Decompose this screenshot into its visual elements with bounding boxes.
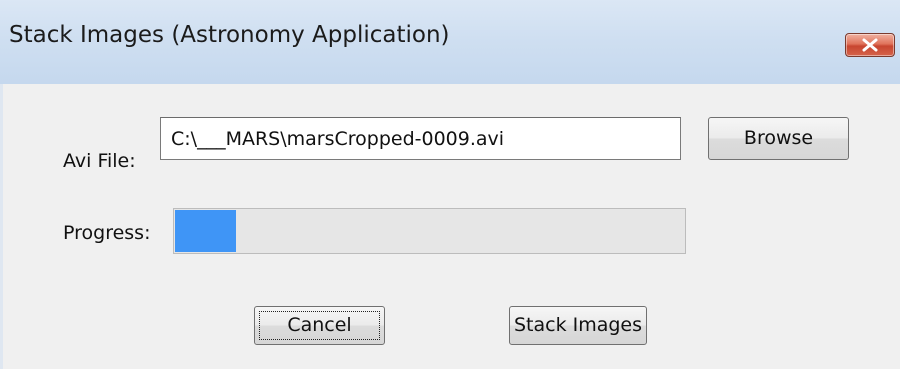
stack-images-window: Stack Images (Astronomy Application) Avi… <box>0 0 900 369</box>
progress-label: Progress: <box>63 222 151 244</box>
window-title: Stack Images (Astronomy Application) <box>9 22 450 48</box>
focus-ring <box>259 311 380 340</box>
progress-bar <box>173 208 686 254</box>
window-frame <box>0 84 3 369</box>
browse-button[interactable]: Browse <box>708 117 849 160</box>
avi-file-label: Avi File: <box>63 150 136 172</box>
progress-bar-fill <box>175 210 236 252</box>
avi-file-input[interactable] <box>160 117 681 160</box>
close-icon <box>862 38 878 52</box>
stack-images-button[interactable]: Stack Images <box>509 306 647 345</box>
title-bar[interactable]: Stack Images (Astronomy Application) <box>0 0 900 84</box>
cancel-button[interactable]: Cancel <box>254 306 385 345</box>
close-button[interactable] <box>845 33 895 57</box>
